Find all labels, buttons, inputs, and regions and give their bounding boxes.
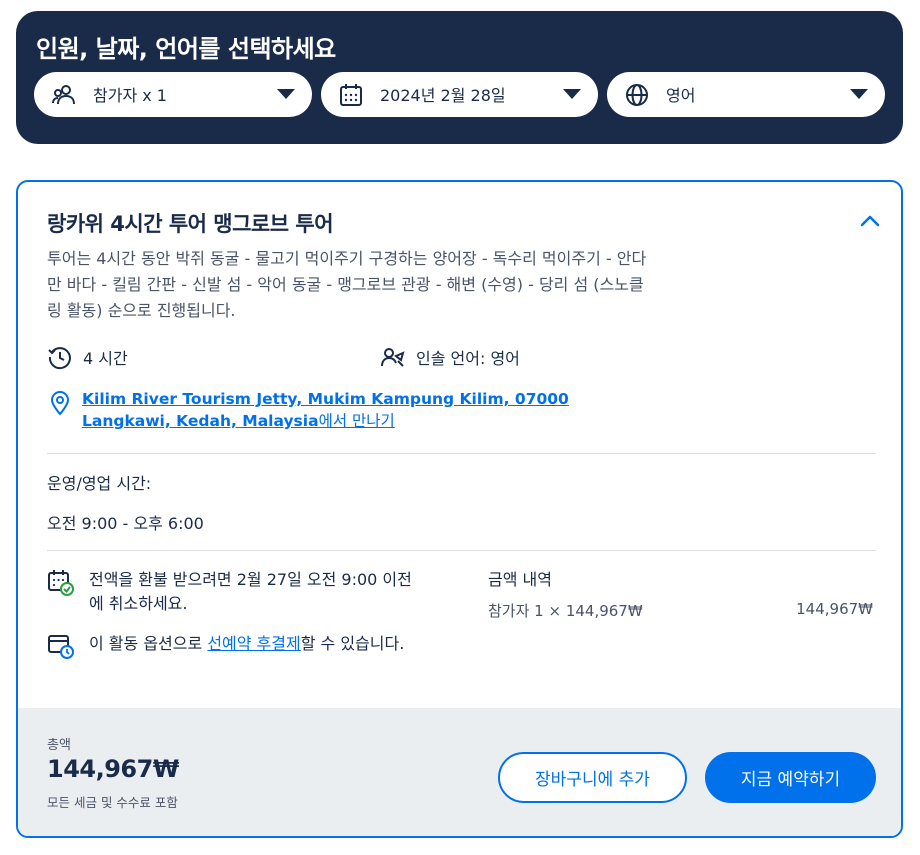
divider: [47, 453, 876, 454]
guide-language-value: 인솔 언어: 영어: [416, 349, 520, 368]
guide-person-icon: [381, 348, 405, 367]
reserve-later-prefix: 이 활동 옵션으로: [89, 634, 208, 653]
tour-option-card: 랑카위 4시간 투어 맹그로브 투어 투어는 4시간 동안 박쥐 동굴 - 물고…: [16, 180, 903, 838]
participants-value: 참가자 x 1: [93, 86, 167, 105]
chevron-up-icon[interactable]: [857, 210, 883, 232]
divider: [47, 550, 876, 551]
duration-value: 4 시간: [83, 349, 128, 368]
total-note: 모든 세금 및 수수료 포함: [47, 795, 178, 810]
book-now-button[interactable]: 지금 예약하기: [705, 752, 876, 803]
price-breakdown-title: 금액 내역: [488, 570, 552, 589]
price-breakdown-amount: 144,967₩: [796, 600, 873, 618]
people-icon: [52, 85, 75, 105]
total-amount: 144,967₩: [47, 755, 179, 783]
calendar-check-icon: [48, 570, 74, 596]
hours-value: 오전 9:00 - 오후 6:00: [47, 514, 204, 533]
hours-label: 운영/영업 시간:: [47, 474, 152, 493]
guide-language-info: 인솔 언어: 영어: [380, 344, 520, 370]
language-value: 영어: [666, 86, 696, 105]
cancellation-info: 전액을 환불 받으려면 2월 27일 오전 9:00 이전에 취소하세요.: [47, 568, 419, 616]
language-dropdown[interactable]: 영어: [607, 72, 885, 117]
total-label: 총액: [47, 738, 71, 753]
globe-icon: [626, 84, 648, 106]
reserve-later-suffix: 할 수 있습니다.: [300, 634, 405, 653]
option-title: 랑카위 4시간 투어 맹그로브 투어: [47, 212, 334, 236]
meeting-point[interactable]: Kilim River Tourism Jetty, Mukim Kampung…: [47, 388, 612, 432]
chevron-down-icon: [850, 89, 868, 99]
date-dropdown[interactable]: 2024년 2월 28일: [321, 72, 598, 117]
option-description: 투어는 4시간 동안 박쥐 동굴 - 물고기 먹이주기 구경하는 양어장 - 독…: [47, 249, 647, 320]
checkout-footer: 총액 144,967₩ 모든 세금 및 수수료 포함 장바구니에 추가 지금 예…: [18, 708, 901, 836]
booking-selector-panel: 인원, 날짜, 언어를 선택하세요 참가자 x 1 2024년 2월 28일 영…: [16, 11, 903, 144]
participants-dropdown[interactable]: 참가자 x 1: [34, 72, 312, 117]
map-pin-icon: [50, 391, 70, 416]
chevron-down-icon: [563, 89, 581, 99]
selector-title: 인원, 날짜, 언어를 선택하세요: [36, 35, 336, 63]
clock-history-icon: [48, 347, 71, 370]
chevron-down-icon: [277, 89, 295, 99]
duration-info: 4 시간: [47, 344, 128, 370]
reserve-later-info: 이 활동 옵션으로 선예약 후결제할 수 있습니다.: [47, 632, 419, 660]
cancellation-text: 전액을 환불 받으려면 2월 27일 오전 9:00 이전에 취소하세요.: [89, 570, 412, 613]
calendar-clock-icon: [48, 635, 74, 659]
reserve-later-text: 이 활동 옵션으로 선예약 후결제할 수 있습니다.: [89, 632, 419, 660]
meeting-point-suffix[interactable]: 에서 만나기: [319, 412, 395, 430]
price-breakdown-line: 참가자 1 × 144,967₩: [488, 602, 643, 620]
reserve-later-link[interactable]: 선예약 후결제: [207, 634, 300, 653]
meeting-point-link[interactable]: Kilim River Tourism Jetty, Mukim Kampung…: [82, 388, 612, 432]
add-to-cart-button[interactable]: 장바구니에 추가: [498, 752, 687, 803]
calendar-icon: [340, 84, 362, 106]
date-value: 2024년 2월 28일: [380, 86, 506, 105]
